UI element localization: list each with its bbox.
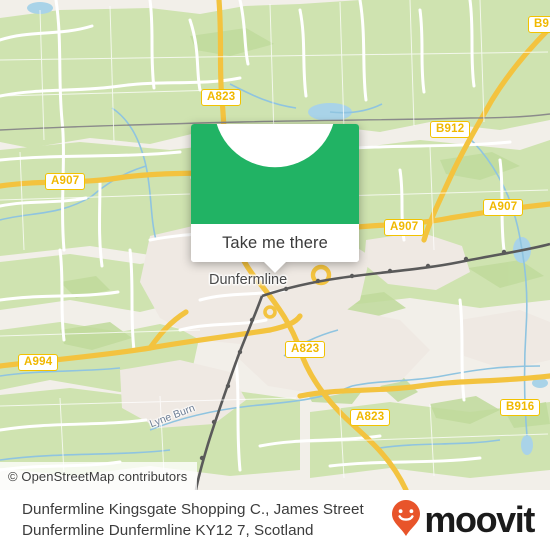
moovit-logo: moovit	[391, 499, 535, 542]
callout-body: Take me there	[191, 124, 359, 262]
map-attribution: © OpenStreetMap contributors	[0, 462, 198, 490]
callout-image-area	[191, 124, 359, 224]
map-canvas[interactable]: Dunfermline Lyne Burn A823 B912 A907 A90…	[0, 0, 550, 490]
moovit-wordmark: moovit	[424, 499, 535, 540]
footer-bar: Dunfermline Kingsgate Shopping C., James…	[0, 490, 550, 550]
take-me-there-callout[interactable]: Take me there	[191, 124, 359, 273]
address-text: Dunfermline Kingsgate Shopping C., James…	[22, 501, 364, 539]
callout-pointer	[264, 262, 286, 273]
moovit-map-screenshot: Dunfermline Lyne Burn A823 B912 A907 A90…	[0, 0, 550, 550]
moovit-pin-icon	[391, 499, 421, 542]
